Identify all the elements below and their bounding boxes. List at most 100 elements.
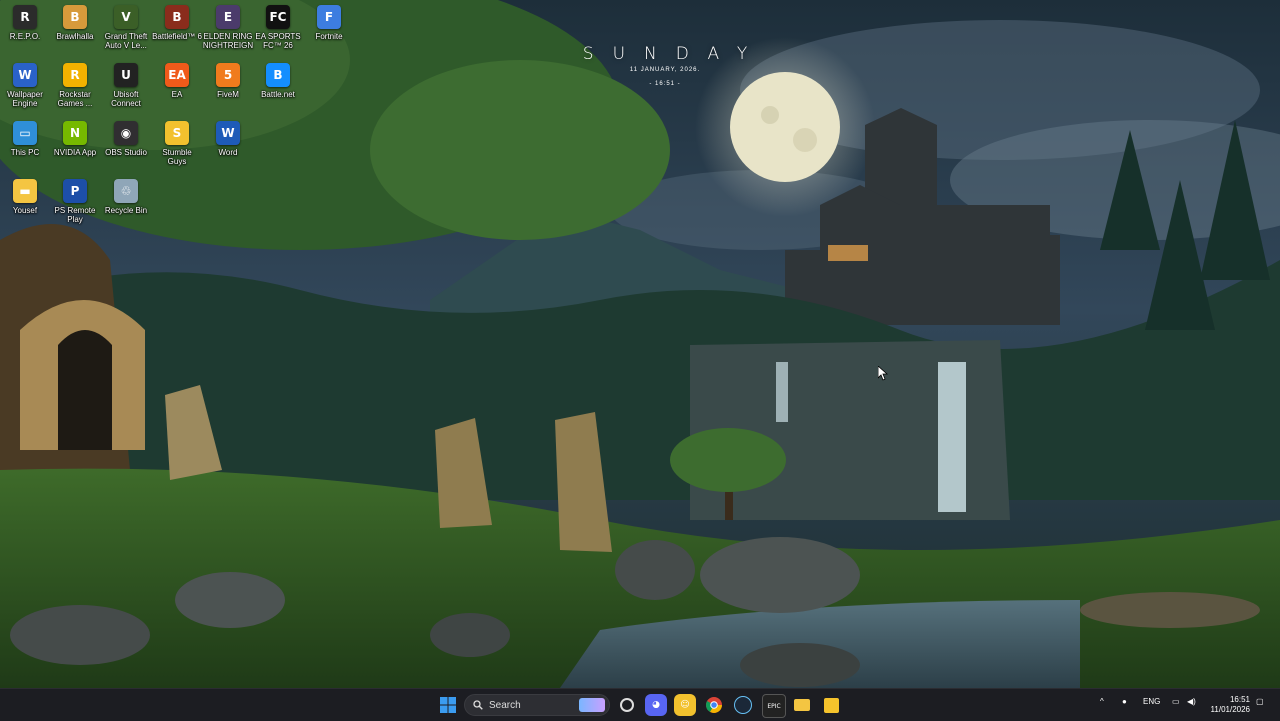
desktop-shortcut[interactable]: E ELDEN RING NIGHTREIGN [203, 5, 253, 61]
desktop-shortcut-label: ELDEN RING NIGHTREIGN [202, 32, 254, 50]
widget-day: SUNDAY [582, 44, 767, 64]
obs-icon: ◉ [114, 121, 138, 145]
taskbar-store-button[interactable] [820, 694, 842, 716]
network-icon[interactable]: ▭ [1172, 697, 1180, 706]
clock-widget: SUNDAY 11 JANUARY, 2026. - 16:51 - [560, 44, 770, 87]
desktop-shortcut[interactable]: R R.E.P.O. [0, 5, 50, 61]
desktop-shortcut[interactable]: U Ubisoft Connect [101, 63, 151, 119]
desktop-shortcut-label: Brawlhalla [56, 32, 94, 41]
obs-taskbar-icon [620, 698, 634, 712]
recycle-bin-icon: ♲ [114, 179, 138, 203]
desktop-shortcut-label: NVIDIA App [53, 148, 97, 157]
taskbar-epic-button[interactable]: EPIC [762, 694, 786, 718]
battlefield-icon: B [165, 5, 189, 29]
desktop-shortcut-label: Wallpaper Engine [7, 90, 43, 108]
windows-logo-icon [440, 697, 456, 713]
notification-icon[interactable]: ▢ [1256, 697, 1264, 706]
volume-icon[interactable]: ◀) [1187, 697, 1196, 706]
desktop-shortcut[interactable]: W Word [203, 121, 253, 177]
rockstar-icon: R [63, 63, 87, 87]
ps-remote-play-icon: P [63, 179, 87, 203]
taskbar-search-box[interactable]: Search [464, 694, 610, 716]
repo-game-icon: R [13, 5, 37, 29]
taskbar-obs-button[interactable] [616, 694, 638, 716]
desktop-shortcut-label: Recycle Bin [104, 206, 148, 215]
mouse-cursor-icon [878, 366, 888, 381]
fortnite-icon: F [317, 5, 341, 29]
taskbar-time: 16:51 [1229, 695, 1250, 704]
desktop-shortcut[interactable]: F Fortnite [304, 5, 354, 61]
desktop-shortcut-label: Battle.net [261, 90, 295, 99]
taskbar-chrome-button[interactable] [703, 694, 725, 716]
search-icon [473, 700, 483, 710]
ea-app-icon: EA [165, 63, 189, 87]
chrome-icon [706, 697, 722, 713]
fivem-icon: 5 [216, 63, 240, 87]
brawlhalla-icon: B [63, 5, 87, 29]
taskbar-app-button[interactable]: ☺ [674, 694, 696, 716]
store-icon [823, 697, 839, 713]
nvidia-icon: N [63, 121, 87, 145]
emoji-app-icon: ☺ [680, 700, 690, 710]
desktop-shortcut-label: PS Remote Play [54, 206, 96, 224]
desktop-icon-grid: R R.E.P.O. B Brawlhalla V Grand Theft Auto V … [0, 0, 360, 240]
desktop-shortcut-label: Word [218, 148, 238, 157]
wallpaper-engine-icon: W [13, 63, 37, 87]
desktop-shortcut[interactable]: B Battlefield™ 6 [152, 5, 202, 61]
desktop-shortcut[interactable]: B Battle.net [253, 63, 303, 119]
start-button[interactable] [437, 694, 459, 716]
desktop-shortcut-label: Stumble Guys [162, 148, 192, 166]
discord-icon: ◕ [652, 700, 660, 710]
desktop-shortcut[interactable]: ▭ This PC [0, 121, 50, 177]
desktop-shortcut-label: FiveM [217, 90, 239, 99]
widget-date: 11 JANUARY, 2026. [629, 67, 701, 73]
ubisoft-icon: U [114, 63, 138, 87]
search-placeholder: Search [489, 699, 521, 711]
desktop-shortcut[interactable]: ◉ OBS Studio [101, 121, 151, 177]
desktop-shortcut-label: Fortnite [315, 32, 343, 41]
language-indicator[interactable]: ENG [1143, 697, 1160, 706]
taskbar-file-explorer-button[interactable] [791, 694, 813, 716]
desktop-shortcut-label: Grand Theft Auto V Le... [104, 32, 148, 50]
taskbar-clock[interactable]: 16:51 11/01/2026 [1211, 695, 1250, 715]
desktop-shortcut-label: OBS Studio [105, 148, 147, 157]
show-hidden-icons-icon[interactable]: ^ [1100, 697, 1104, 706]
this-pc-icon: ▭ [13, 121, 37, 145]
battle-net-icon: B [266, 63, 290, 87]
desktop-shortcut[interactable]: P PS Remote Play [50, 179, 100, 235]
widget-time: - 16:51 - [649, 81, 681, 87]
desktop-shortcut-label: R.E.P.O. [9, 32, 41, 41]
desktop-shortcut[interactable]: ♲ Recycle Bin [101, 179, 151, 235]
desktop-shortcut-label: EA SPORTS FC™ 26 [255, 32, 301, 50]
microphone-icon[interactable]: ● [1122, 697, 1127, 706]
moon [730, 72, 840, 182]
desktop-shortcut[interactable]: W Wallpaper Engine [0, 63, 50, 119]
desktop-shortcut[interactable]: V Grand Theft Auto V Le... [101, 5, 151, 61]
desktop-shortcut-label: EA [171, 90, 183, 99]
desktop-shortcut[interactable]: FC EA SPORTS FC™ 26 [253, 5, 303, 61]
elden-ring-icon: E [216, 5, 240, 29]
steam-icon [734, 696, 752, 714]
desktop-shortcut[interactable]: 5 FiveM [203, 63, 253, 119]
desktop-shortcut[interactable]: B Brawlhalla [50, 5, 100, 61]
desktop-shortcut-label: Ubisoft Connect [111, 90, 141, 108]
word-icon: W [216, 121, 240, 145]
epic-games-icon: EPIC [767, 702, 781, 710]
desktop-shortcut[interactable]: N NVIDIA App [50, 121, 100, 177]
gta-v-icon: V [114, 5, 138, 29]
desktop-shortcut[interactable]: ▬ Yousef [0, 179, 50, 235]
desktop-shortcut-label: Yousef [12, 206, 38, 215]
desktop-shortcut-label: This PC [10, 148, 40, 157]
desktop-shortcut[interactable]: S Stumble Guys [152, 121, 202, 177]
taskbar-steam-button[interactable] [732, 694, 754, 716]
taskbar-date: 11/01/2026 [1210, 705, 1250, 714]
taskbar-discord-button[interactable]: ◕ [645, 694, 667, 716]
taskbar: Search ◕ ☺ EPIC ^ ● ENG ▭ ◀) 16:51 11/01… [0, 688, 1280, 721]
search-highlight-icon [579, 698, 605, 712]
folder-icon [794, 699, 810, 711]
desktop-shortcut-label: Battlefield™ 6 [152, 32, 202, 41]
folder-icon: ▬ [13, 179, 37, 203]
desktop-shortcut[interactable]: R Rockstar Games ... [50, 63, 100, 119]
stumble-guys-icon: S [165, 121, 189, 145]
desktop-shortcut[interactable]: EA EA [152, 63, 202, 119]
